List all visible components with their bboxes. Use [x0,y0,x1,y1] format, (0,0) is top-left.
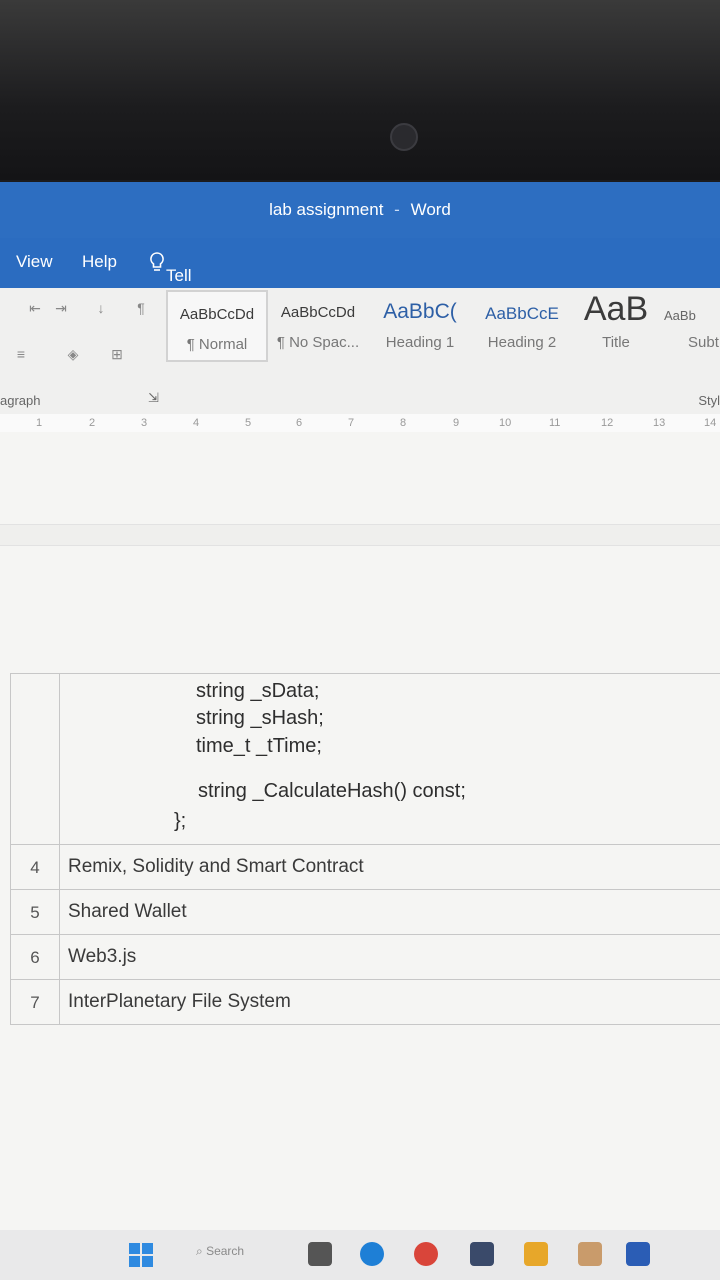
style-sample: AaBbCcDd [280,304,356,321]
style-heading-1[interactable]: AaBbC( Heading 1 [372,290,468,358]
row-topic[interactable]: InterPlanetary File System [59,979,720,1025]
taskbar: ⌕ Search [0,1230,720,1280]
syllabus-table: string _sData; string _sHash; time_t _tT… [10,673,720,1025]
code-line: string _sData; [196,680,320,702]
style-subtitle[interactable]: AaBb Subt [664,290,720,358]
ribbon-group-labels: agraph ⇲ Styl [0,388,720,414]
app-name: Word [410,200,451,219]
style-sample: AaB [583,290,649,328]
menu-view[interactable]: View [16,252,53,272]
webcam [390,123,418,151]
line-spacing-icon[interactable]: ≡ [10,346,32,362]
lightbulb-icon [150,252,164,271]
search-label: Search [206,1244,245,1258]
style-name: Subt [688,334,719,351]
ruler-tick: 11 [549,417,561,429]
sort-icon[interactable]: ↓ [90,300,112,316]
row-number: 4 [10,844,60,890]
paragraph-tools: ⇤ ⇥ ↓ ¶ ≡ ◈ ⊞ [0,288,160,388]
title-separator: - [394,200,400,219]
ruler-tick: 3 [141,417,148,429]
horizontal-ruler[interactable]: 1 2 3 4 5 6 7 8 9 10 11 12 13 14 [0,414,720,433]
style-sample: AaBb [664,308,696,323]
style-title[interactable]: AaB Title [574,290,658,358]
row-number: 7 [10,979,60,1025]
ruler-tick: 2 [89,417,96,429]
code-line: }; [174,810,187,832]
dialog-launcher-icon[interactable]: ⇲ [148,390,159,406]
ruler-tick: 10 [499,417,512,429]
file-explorer-icon[interactable] [524,1242,548,1266]
ruler-tick: 5 [245,417,252,429]
ruler-tick: 6 [296,417,303,429]
table-row: 7 InterPlanetary File System [10,979,720,1025]
document-area[interactable]: string _sData; string _sHash; time_t _tT… [0,432,720,1280]
style-name: Title [602,334,630,351]
table-row: 6 Web3.js [10,934,720,980]
style-name: ¶ Normal [186,336,248,353]
table-row: string _sData; string _sHash; time_t _tT… [10,673,720,845]
style-sample: AaBbC( [383,300,457,323]
title-bar: lab assignment - Word [0,182,720,238]
code-line: time_t _tTime; [196,735,322,757]
windows-start-icon[interactable] [128,1242,154,1268]
pilcrow-icon[interactable]: ¶ [130,300,152,316]
ribbon: ⇤ ⇥ ↓ ¶ ≡ ◈ ⊞ AaBbCcDd ¶ Normal AaBbCcDd… [0,288,720,389]
style-name: Heading 1 [385,334,455,351]
style-name: Heading 2 [487,334,557,351]
ruler-tick: 4 [193,417,200,429]
style-heading-2[interactable]: AaBbCcE Heading 2 [474,290,570,358]
shading-icon[interactable]: ◈ [62,346,84,362]
row-topic[interactable]: Shared Wallet [59,889,720,935]
ruler-tick: 7 [348,417,355,429]
chrome-icon[interactable] [414,1242,438,1266]
ruler-tick: 12 [601,417,614,429]
paragraph-group-label: agraph [0,393,41,408]
ruler-tick: 13 [653,417,666,429]
store-icon[interactable] [470,1242,494,1266]
table-row: 4 Remix, Solidity and Smart Contract [10,844,720,890]
app-icon[interactable] [578,1242,602,1266]
edge-browser-icon[interactable] [360,1242,384,1266]
search-icon: ⌕ [196,1244,203,1258]
borders-icon[interactable]: ⊞ [106,346,128,362]
styles-group-label: Styl [698,393,720,408]
row-number: 5 [10,889,60,935]
ruler-tick: 14 [704,417,717,429]
window-title: lab assignment - Word [0,200,720,220]
table-cell-code[interactable]: string _sData; string _sHash; time_t _tT… [59,673,720,845]
tell-me-box[interactable]: Tell me what you want to do [148,252,202,405]
table-cell-number [10,673,60,845]
screen: lab assignment - Word View Help Tell me … [0,182,720,1280]
increase-indent-icon[interactable]: ⇥ [50,300,72,316]
style-sample: AaBbCcE [485,304,559,323]
task-view-icon[interactable] [308,1242,332,1266]
row-topic[interactable]: Web3.js [59,934,720,980]
laptop-bezel [0,0,720,180]
styles-gallery: AaBbCcDd ¶ Normal AaBbCcDd ¶ No Spac... … [166,290,720,362]
style-no-spacing[interactable]: AaBbCcDd ¶ No Spac... [270,290,366,358]
menu-bar: View Help Tell me what you want to do [0,238,720,405]
table-row: 5 Shared Wallet [10,889,720,935]
page-break [0,524,720,546]
code-line: string _sHash; [196,707,324,729]
style-normal[interactable]: AaBbCcDd ¶ Normal [166,290,268,362]
ruler-tick: 1 [36,417,43,429]
row-topic[interactable]: Remix, Solidity and Smart Contract [59,844,720,890]
style-name: ¶ No Spac... [276,334,360,351]
decrease-indent-icon[interactable]: ⇤ [24,300,46,316]
ruler-tick: 8 [400,417,407,429]
taskbar-search[interactable]: ⌕ Search [196,1244,288,1264]
word-app-icon[interactable] [626,1242,650,1266]
code-line: string _CalculateHash() const; [198,780,466,802]
style-sample: AaBbCcDd [179,306,255,323]
row-number: 6 [10,934,60,980]
document-name: lab assignment [269,200,384,219]
menu-help[interactable]: Help [82,252,117,272]
ruler-tick: 9 [453,417,460,429]
